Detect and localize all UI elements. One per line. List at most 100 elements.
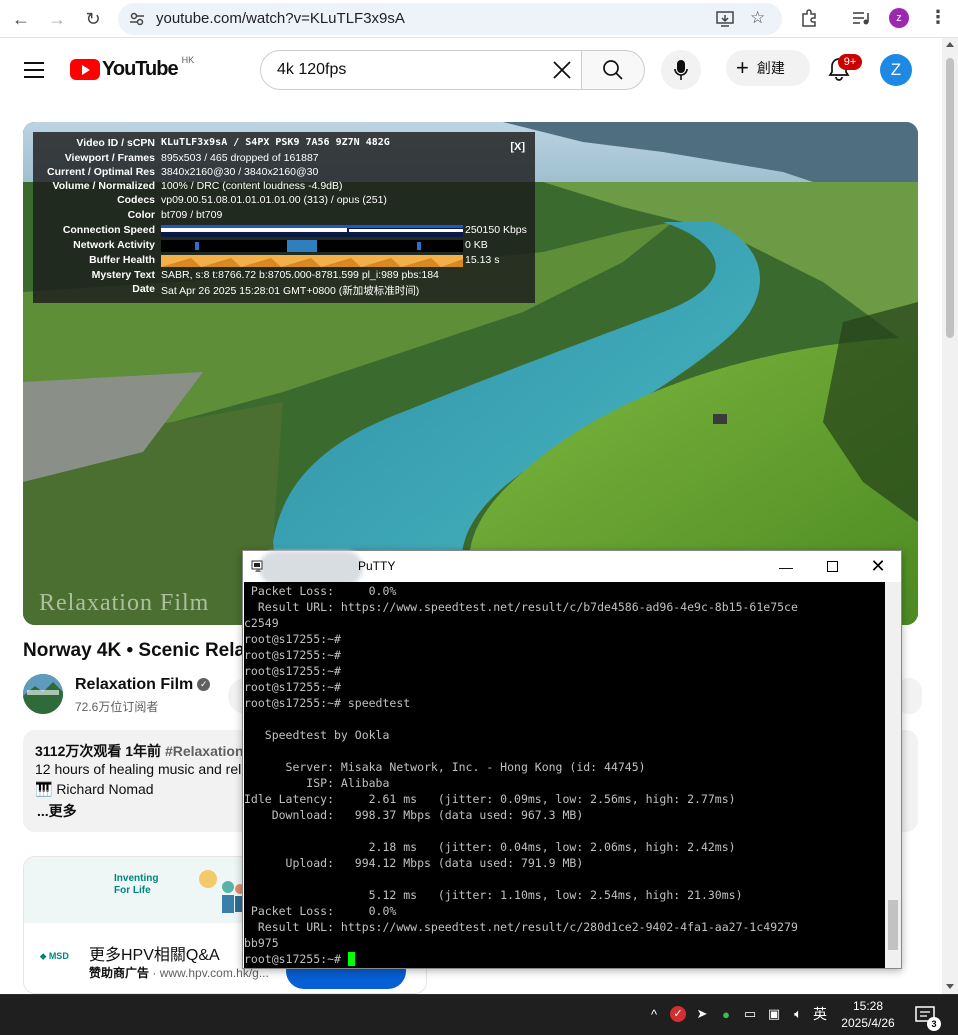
- channel-logo-icon: [23, 674, 63, 714]
- system-clock[interactable]: 15:28 2025/4/26: [834, 998, 902, 1032]
- ad-title[interactable]: 更多HPV相關Q&A: [89, 941, 220, 965]
- putty-title: PuTTY: [358, 559, 396, 573]
- stats-value: 100% / DRC (content loudness -4.9dB): [161, 180, 343, 192]
- profile-avatar[interactable]: z: [889, 8, 909, 28]
- antivirus-icon[interactable]: ✓: [669, 1005, 687, 1023]
- volume-icon[interactable]: 🔈︎: [789, 1005, 807, 1023]
- sponsor-label: 赞助商广告: [89, 966, 150, 980]
- youtube-header: YouTube HK 4k 120fps + 創建 9+ Z: [0, 38, 942, 102]
- stats-for-nerds-panel: [X] Video ID / sCPN KLuTLF3x9sA / S4PX PS…: [33, 132, 535, 303]
- putty-titlebar[interactable]: PuTTY — ✕: [243, 551, 901, 585]
- channel-name[interactable]: Relaxation Film ✓: [75, 676, 211, 694]
- stats-value: vp09.00.51.08.01.01.01.01.00 (313) / opu…: [161, 194, 387, 206]
- stats-row: Codecs vp09.00.51.08.01.01.01.01.00 (313)…: [33, 194, 535, 208]
- minimize-icon[interactable]: —: [763, 551, 809, 582]
- scroll-up-icon[interactable]: [946, 42, 954, 47]
- scrollbar-thumb[interactable]: [946, 58, 954, 338]
- view-count-date: 3112万次观看 1年前 #Relaxation: [35, 741, 244, 761]
- network-icon[interactable]: ▭: [741, 1005, 759, 1023]
- stats-value: bt709 / bt709: [161, 209, 223, 221]
- create-label: 創建: [756, 60, 785, 76]
- youtube-play-icon: [70, 59, 100, 80]
- reload-icon[interactable]: ↻: [80, 6, 106, 32]
- advertiser-logo: ⬥ MSD: [40, 951, 69, 961]
- stats-label: Date: [132, 283, 155, 295]
- clock-time: 15:28: [852, 999, 884, 1013]
- ime-indicator[interactable]: 英: [811, 1005, 829, 1023]
- stats-value: 250150 Kbps: [465, 224, 527, 236]
- stats-row: Current / Optimal Res 3840x2160@30 / 3840…: [33, 166, 535, 180]
- plus-icon: +: [736, 55, 749, 80]
- redacted-hostname: [259, 551, 363, 585]
- close-icon[interactable]: ✕: [855, 551, 901, 582]
- terminal-line: Speedtest by Ookla: [244, 728, 390, 742]
- stats-row: Volume / Normalized 100% / DRC (content l…: [33, 180, 535, 194]
- stats-label: Video ID / sCPN: [76, 137, 155, 149]
- install-app-icon[interactable]: [716, 11, 734, 27]
- terminal-line: root@s17255:~#: [244, 664, 341, 678]
- terminal-line: root@s17255:~#: [244, 632, 341, 646]
- terminal-line: Server: Misaka Network, Inc. - Hong Kong…: [244, 760, 646, 774]
- create-button[interactable]: + 創建: [726, 50, 810, 86]
- terminal-line: Idle Latency: 2.61 ms (jitter: 0.09ms, l…: [244, 792, 736, 806]
- terminal-scrollbar[interactable]: [885, 582, 901, 968]
- wechat-icon[interactable]: ●: [717, 1005, 735, 1023]
- account-avatar[interactable]: Z: [880, 54, 912, 86]
- media-control-icon[interactable]: [852, 10, 870, 26]
- address-bar[interactable]: youtube.com/watch?v=KLuTLF3x9sA ☆: [118, 3, 782, 35]
- stats-value: Sat Apr 26 2025 15:28:01 GMT+0800 (新加坡标准…: [161, 285, 420, 297]
- site-info-icon[interactable]: [129, 11, 145, 27]
- search-icon: [603, 60, 623, 80]
- scroll-down-icon[interactable]: [946, 984, 954, 989]
- browser-toolbar: ← → ↻ youtube.com/watch?v=KLuTLF3x9sA ☆ …: [0, 0, 958, 38]
- terminal-line: Result URL: https://www.speedtest.net/re…: [244, 600, 798, 614]
- hashtag-link[interactable]: #Relaxation: [165, 743, 244, 759]
- voice-search-button[interactable]: [661, 50, 701, 90]
- terminal-line: 5.12 ms (jitter: 1.10ms, low: 2.54ms, hi…: [244, 888, 743, 902]
- youtube-logo[interactable]: YouTube HK: [70, 54, 195, 81]
- back-icon[interactable]: ←: [8, 6, 34, 32]
- network-activity-graph: [161, 240, 463, 252]
- connection-speed-graph: [161, 225, 463, 237]
- terminal-line: Packet Loss: 0.0%: [244, 904, 397, 918]
- terminal-line: 2.18 ms (jitter: 0.04ms, low: 2.06ms, hi…: [244, 840, 736, 854]
- stats-label: Viewport / Frames: [64, 152, 155, 164]
- extensions-icon[interactable]: [800, 9, 818, 27]
- stats-value: SABR, s:8 t:8766.72 b:8705.000-8781.599 …: [161, 269, 439, 281]
- channel-avatar[interactable]: [23, 674, 63, 714]
- terminal-screen[interactable]: Packet Loss: 0.0% Result URL: https://ww…: [244, 582, 885, 968]
- search-input[interactable]: 4k 120fps: [260, 50, 582, 90]
- device-icon[interactable]: ▣: [765, 1005, 783, 1023]
- putty-window[interactable]: PuTTY — ✕ Packet Loss: 0.0% Result URL: …: [242, 550, 902, 969]
- telegram-icon[interactable]: ➤: [693, 1005, 711, 1023]
- terminal-line: Download: 998.37 Mbps (data used: 967.3 …: [244, 808, 584, 822]
- clock-date: 2025/4/26: [841, 1016, 895, 1030]
- terminal-output: Packet Loss: 0.0% Result URL: https://ww…: [244, 583, 798, 967]
- show-hidden-icons-icon[interactable]: ^: [645, 1005, 663, 1023]
- terminal-scrollbar-thumb[interactable]: [888, 900, 898, 950]
- search-button[interactable]: [581, 50, 645, 90]
- forward-icon[interactable]: →: [44, 6, 70, 32]
- ad-banner-text: Inventing For Life: [114, 873, 159, 896]
- clear-search-icon[interactable]: [549, 57, 575, 83]
- people-illustration-icon: [199, 870, 245, 913]
- stats-row: Mystery Text SABR, s:8 t:8766.72 b:8705.0…: [33, 269, 535, 283]
- maximize-icon[interactable]: [809, 551, 855, 582]
- channel-name-text: Relaxation Film: [75, 676, 194, 693]
- page-scrollbar[interactable]: [942, 38, 958, 994]
- stats-value: KLuTLF3x9sA / S4PX PSK9 7A56 9Z7N 482G: [161, 137, 390, 148]
- stats-row: Viewport / Frames 895x503 / 465 dropped o…: [33, 152, 535, 166]
- microphone-icon: [674, 60, 688, 80]
- terminal-line: root@s17255:~# speedtest: [244, 696, 411, 710]
- url-text: youtube.com/watch?v=KLuTLF3x9sA: [156, 10, 405, 27]
- menu-icon[interactable]: [24, 62, 44, 78]
- region-code: HK: [181, 54, 195, 65]
- terminal-line: Packet Loss: 0.0%: [244, 584, 397, 598]
- bookmark-star-icon[interactable]: ☆: [750, 8, 765, 28]
- terminal-cursor: [347, 952, 355, 966]
- terminal-line: ISP: Alibaba: [244, 776, 390, 790]
- show-more-button[interactable]: ...更多: [37, 801, 77, 821]
- stats-row: Network Activity 0 KB: [33, 239, 535, 253]
- browser-menu-icon[interactable]: ⋮: [929, 7, 947, 28]
- stats-value: 895x503 / 465 dropped of 161887: [161, 152, 319, 164]
